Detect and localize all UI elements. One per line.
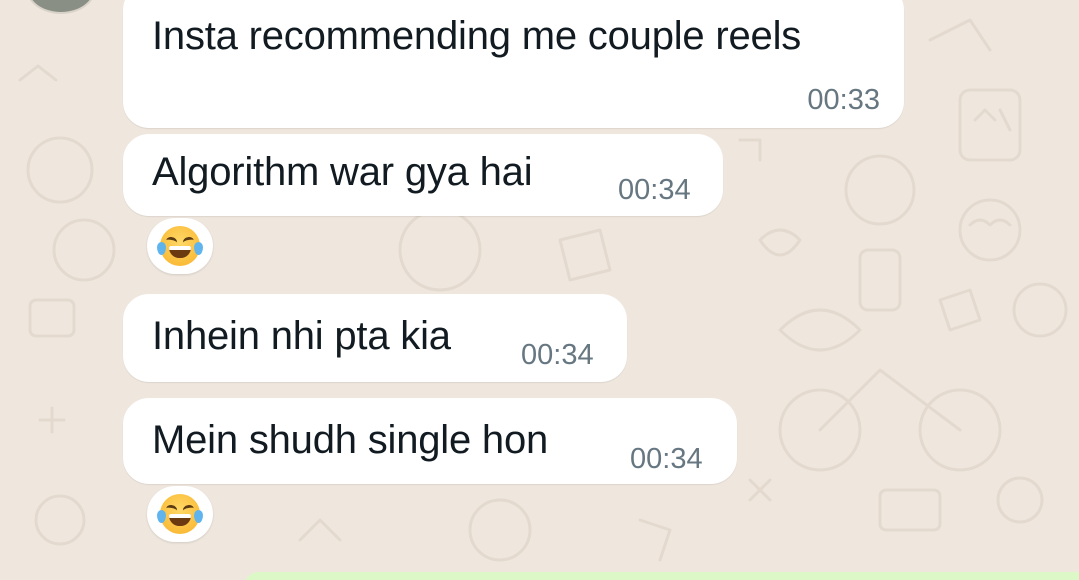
message-bubble[interactable]: Algorithm war gya hai 00:34	[123, 134, 723, 216]
message-timestamp: 00:33	[807, 84, 880, 116]
message-text: Mein shudh single hon	[152, 418, 549, 462]
message-timestamp: 00:34	[521, 339, 594, 371]
message-reaction[interactable]	[147, 486, 213, 542]
message-timestamp: 00:34	[630, 443, 703, 475]
message-text: Algorithm war gya hai	[152, 150, 533, 194]
message-reaction[interactable]	[147, 218, 213, 274]
face-with-tears-of-joy-icon	[157, 226, 203, 266]
message-bubble[interactable]: Inhein nhi pta kia 00:34	[123, 294, 627, 382]
message-bubble[interactable]: Mein shudh single hon 00:34	[123, 398, 737, 484]
contact-avatar[interactable]	[26, 0, 96, 14]
message-text: Inhein nhi pta kia	[152, 314, 451, 358]
face-with-tears-of-joy-icon	[157, 494, 203, 534]
message-text: Insta recommending me couple reels	[152, 14, 802, 58]
outgoing-message-bubble[interactable]	[243, 572, 1079, 580]
message-bubble[interactable]: Insta recommending me couple reels 00:33	[123, 0, 904, 128]
message-timestamp: 00:34	[618, 174, 691, 206]
